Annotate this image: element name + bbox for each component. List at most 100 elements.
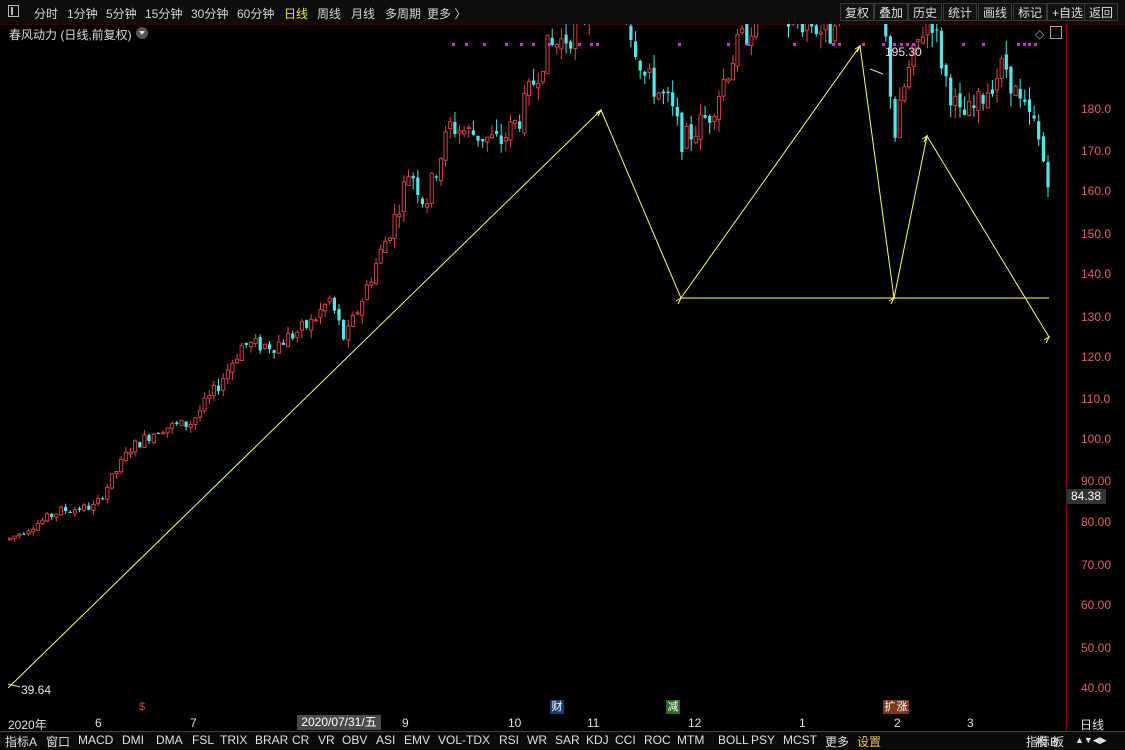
- indicator-tab-20[interactable]: MTM: [677, 733, 704, 747]
- back-button[interactable]: 返回: [1084, 3, 1118, 21]
- candle: [699, 104, 702, 150]
- indicator-tab-16[interactable]: SAR: [555, 733, 580, 747]
- candle: [32, 526, 35, 536]
- candle: [829, 24, 832, 44]
- indicator-tab-8[interactable]: CR: [292, 733, 309, 747]
- draw-line-button[interactable]: 画线: [978, 3, 1012, 21]
- candle: [152, 433, 155, 445]
- tab-60min[interactable]: 60分钟: [237, 5, 274, 22]
- indicator-tab-14[interactable]: RSI: [499, 733, 519, 747]
- indicator-tab-9[interactable]: VR: [318, 733, 335, 747]
- candle: [838, 24, 841, 26]
- y-tick-label: 140.0: [1081, 267, 1111, 281]
- candle: [560, 28, 563, 59]
- candle: [694, 126, 697, 144]
- candle: [180, 420, 183, 426]
- indicator-tab-23[interactable]: MCST: [783, 733, 817, 747]
- indicator-tab-0[interactable]: 指标A: [5, 733, 37, 750]
- arrow-head-icon: [1044, 337, 1049, 343]
- indicator-tab-7[interactable]: BRAR: [255, 733, 288, 747]
- candle: [514, 119, 517, 129]
- candle: [833, 24, 836, 45]
- indicator-tab-10[interactable]: OBV: [342, 733, 367, 747]
- y-tick-label: 180.0: [1081, 102, 1111, 116]
- candle: [254, 334, 257, 347]
- indicator-tab-5[interactable]: FSL: [192, 733, 214, 747]
- candle: [351, 312, 354, 328]
- indicator-tab-22[interactable]: PSY: [751, 733, 775, 747]
- indicator-tab-17[interactable]: KDJ: [586, 733, 609, 747]
- candle: [134, 440, 137, 457]
- indicator-tab-25[interactable]: 设置: [857, 733, 881, 750]
- event-dot: [532, 43, 535, 46]
- zigzag-trend-line[interactable]: [8, 46, 1049, 688]
- indicator-tab-19[interactable]: ROC: [644, 733, 671, 747]
- x-tick-label: 10: [508, 716, 521, 730]
- indicator-tab-12[interactable]: EMV: [404, 733, 430, 747]
- candle: [402, 175, 405, 222]
- candle: [903, 83, 906, 103]
- indicator-tab-18[interactable]: CCI: [615, 733, 636, 747]
- overlay-button[interactable]: 叠加: [874, 3, 908, 21]
- event-marker-rise[interactable]: 涨: [895, 700, 909, 714]
- indicator-tab-11[interactable]: ASI: [376, 733, 395, 747]
- indicator-tab-24[interactable]: 更多: [825, 733, 849, 750]
- indicator-tab-3[interactable]: DMI: [122, 733, 144, 747]
- y-tick-label: 40.00: [1081, 681, 1111, 695]
- tab-monthly[interactable]: 月线: [351, 5, 375, 22]
- scroll-arrows-icon[interactable]: ▲▼◀▶: [1075, 735, 1107, 746]
- window-toggle-icon[interactable]: [8, 5, 19, 17]
- low-annotation: 39.64: [21, 683, 51, 697]
- high-annotation: 195.30: [885, 45, 922, 59]
- candlestick-chart[interactable]: [0, 24, 1066, 714]
- tab-minute-time[interactable]: 分时: [34, 5, 58, 22]
- stats-button[interactable]: 统计: [943, 3, 977, 21]
- indicator-tab-15[interactable]: WR: [527, 733, 547, 747]
- indicator-tab-2[interactable]: MACD: [78, 733, 113, 747]
- indicator-tab-4[interactable]: DMA: [156, 733, 183, 747]
- y-tick-label: 100.0: [1081, 432, 1111, 446]
- candle: [717, 91, 720, 132]
- indicator-tab-21[interactable]: BOLL: [718, 733, 749, 747]
- candle: [463, 125, 466, 137]
- candle: [977, 88, 980, 123]
- y-tick-label: 170.0: [1081, 144, 1111, 158]
- event-marker-finance[interactable]: 财: [550, 700, 564, 714]
- event-marker-dollar[interactable]: $: [135, 700, 149, 714]
- tab-weekly[interactable]: 周线: [317, 5, 341, 22]
- candle: [203, 392, 206, 413]
- candle: [898, 87, 901, 137]
- candle: [46, 512, 49, 522]
- tab-more[interactable]: 更多 〉: [427, 5, 466, 22]
- candle: [319, 303, 322, 324]
- indicator-tab-13[interactable]: VOL-TDX: [438, 733, 490, 747]
- candle: [240, 343, 243, 361]
- candle: [263, 344, 266, 350]
- add-watchlist-button[interactable]: +自选: [1047, 3, 1088, 21]
- tab-15min[interactable]: 15分钟: [145, 5, 182, 22]
- candle: [416, 170, 419, 204]
- history-button[interactable]: 历史: [908, 3, 942, 21]
- tab-1min[interactable]: 1分钟: [67, 5, 98, 22]
- tab-daily[interactable]: 日线: [284, 5, 308, 22]
- candle: [671, 80, 674, 115]
- candle: [805, 24, 808, 42]
- candle: [680, 112, 683, 161]
- candle: [1023, 90, 1026, 106]
- tab-multi-period[interactable]: 多周期: [385, 5, 421, 22]
- y-tick-label: 90.00: [1081, 474, 1111, 488]
- candle: [931, 24, 934, 47]
- event-marker-reduce[interactable]: 减: [666, 700, 680, 714]
- mark-button[interactable]: 标记: [1013, 3, 1047, 21]
- tab-5min[interactable]: 5分钟: [106, 5, 137, 22]
- candle: [894, 96, 897, 142]
- event-dot: [465, 43, 468, 46]
- indicator-b-tab-1[interactable]: 模: [1036, 733, 1048, 750]
- indicator-tab-1[interactable]: 窗口: [46, 733, 70, 750]
- indicator-b-tab-2[interactable]: 板: [1052, 733, 1064, 750]
- fuquan-button[interactable]: 复权: [840, 3, 874, 21]
- indicator-tab-6[interactable]: TRIX: [220, 733, 247, 747]
- candle: [546, 35, 549, 74]
- candle: [963, 97, 966, 116]
- tab-30min[interactable]: 30分钟: [191, 5, 228, 22]
